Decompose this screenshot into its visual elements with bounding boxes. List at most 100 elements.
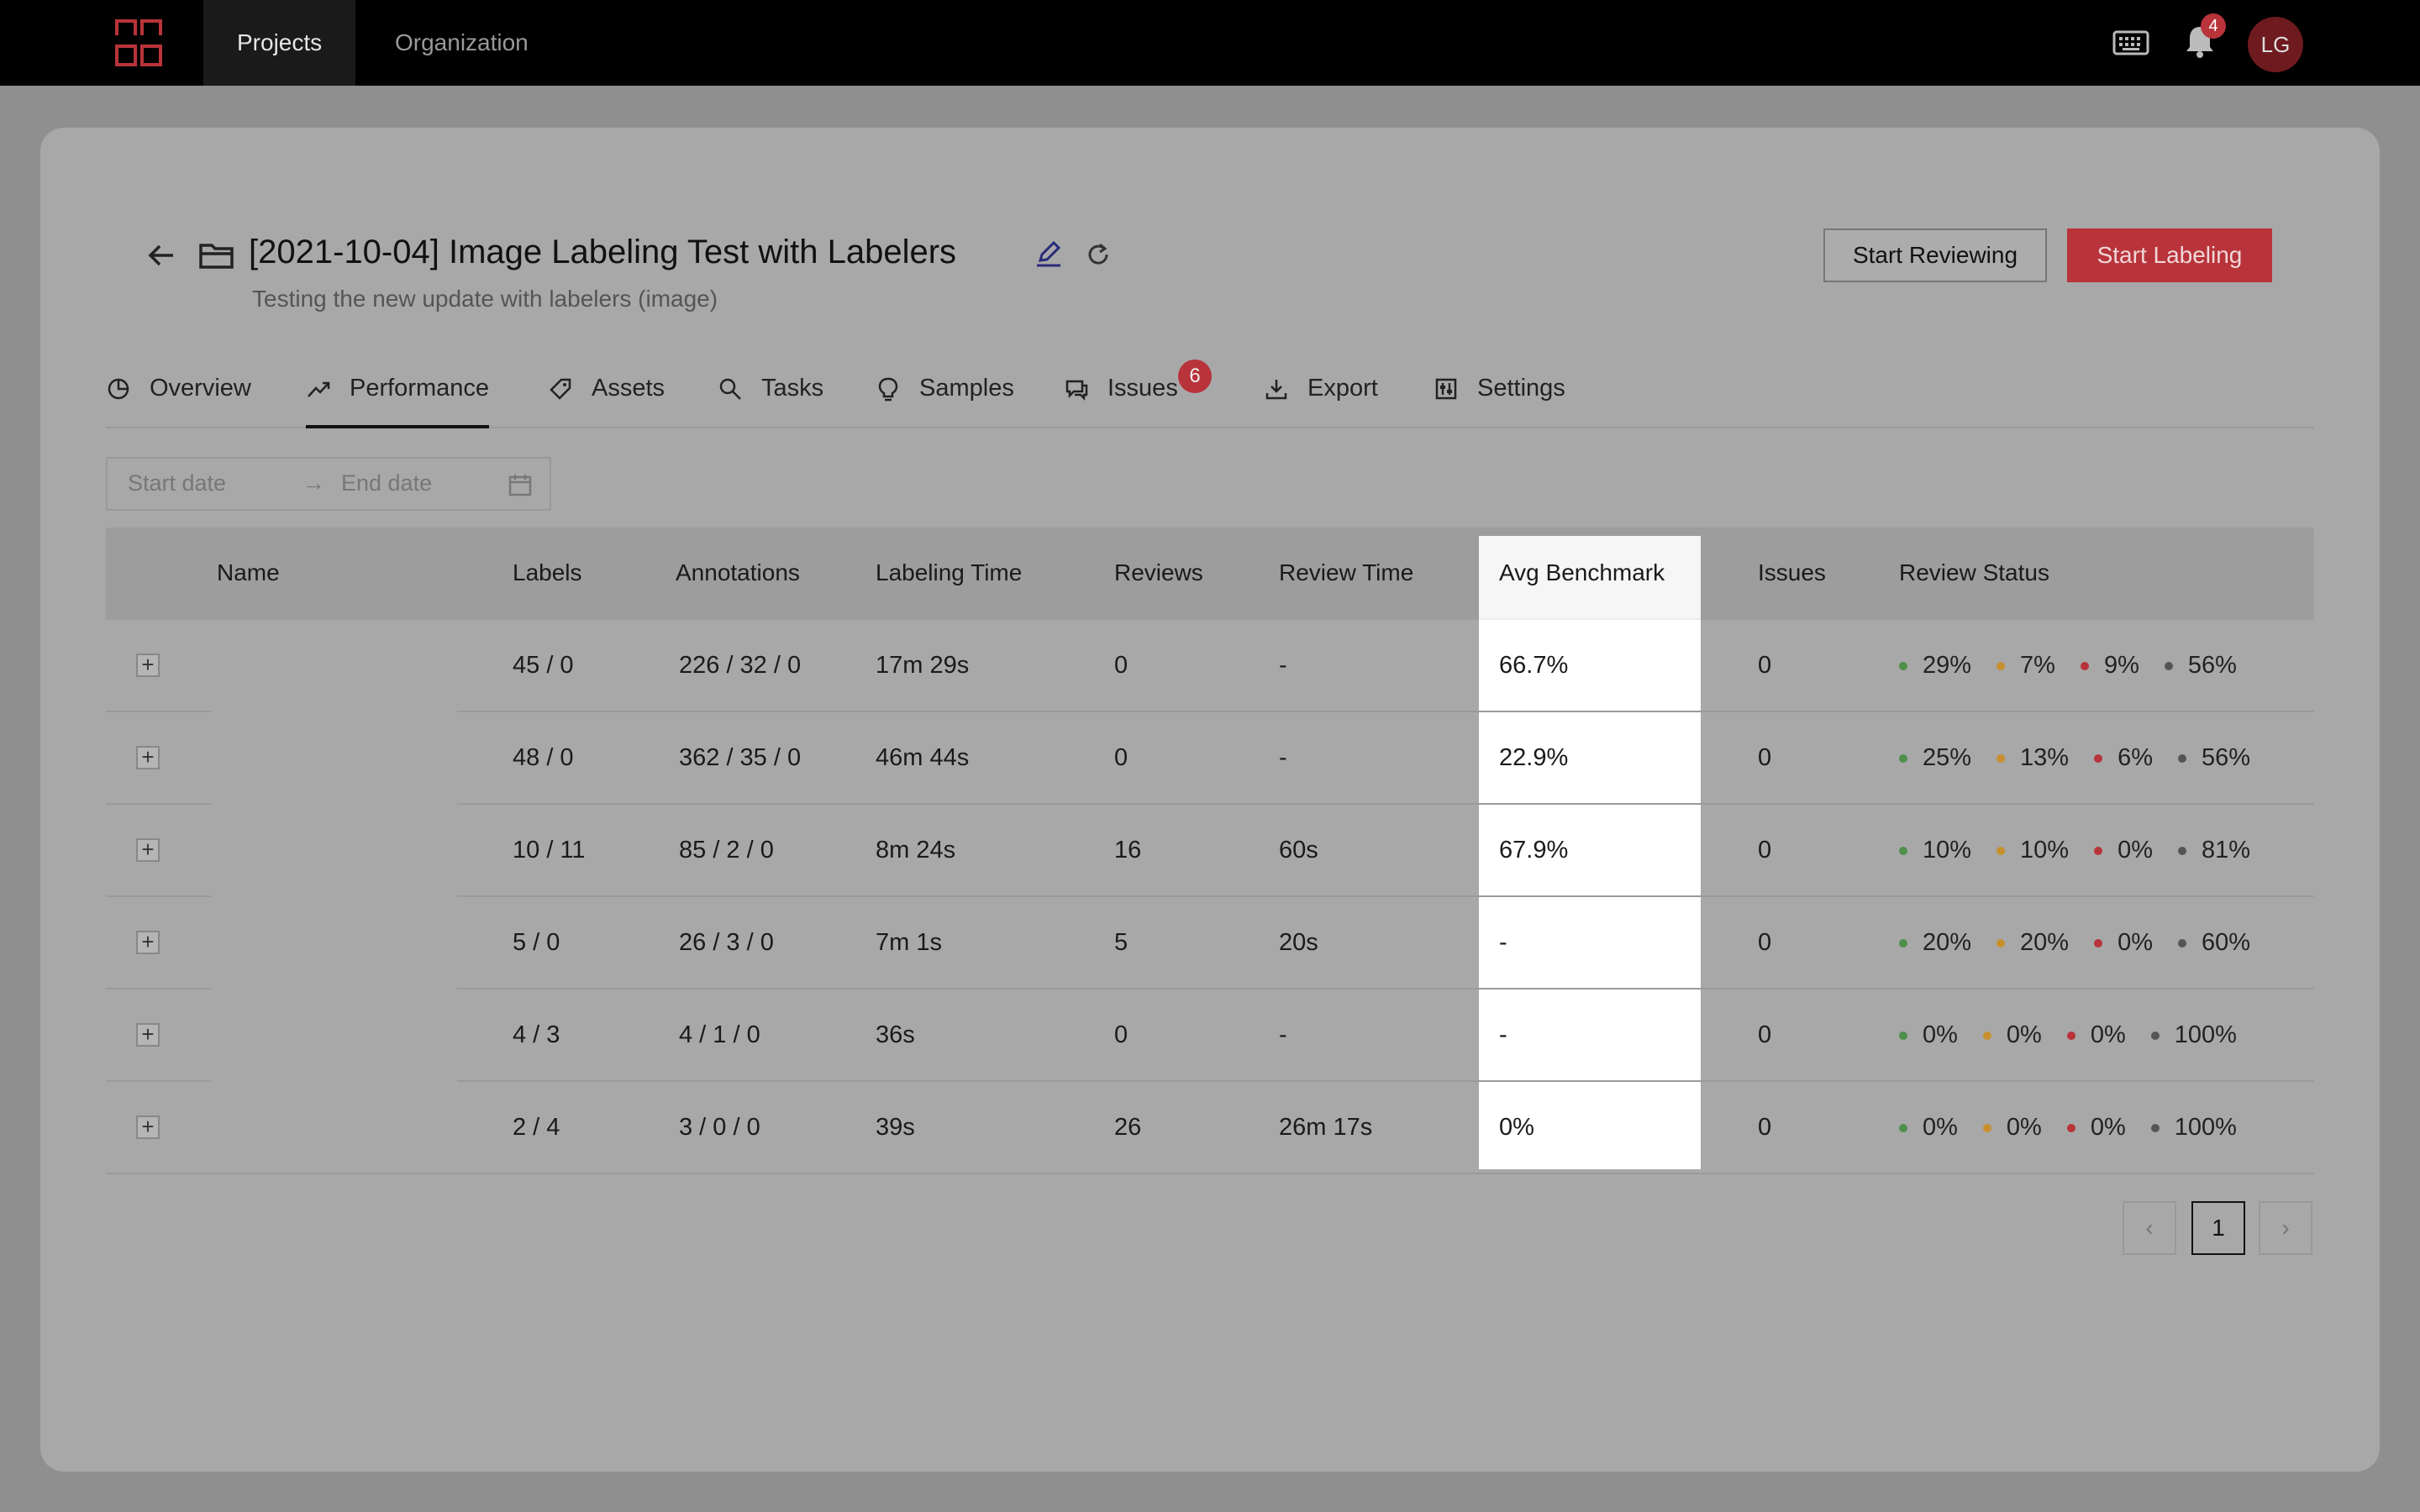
- notification-badge: 4: [2201, 13, 2226, 39]
- status-dot-icon: [1899, 753, 1907, 763]
- tab-performance[interactable]: Performance: [306, 370, 490, 428]
- status-dot-icon: [2066, 1123, 2075, 1132]
- status-percent: 25%: [1923, 744, 1972, 771]
- status-percent: 20%: [1923, 929, 1972, 956]
- cell-annotations: 362 / 35 / 0: [679, 744, 802, 771]
- tab-label: Samples: [919, 375, 1014, 402]
- review-status-summary: 0% 0% 0% 100%: [1899, 1114, 2262, 1142]
- status-dot-icon: [2164, 661, 2173, 670]
- start-date-input[interactable]: Start date: [128, 470, 226, 496]
- col-labels[interactable]: Labels: [513, 559, 582, 586]
- cell-issues: 0: [1758, 929, 1772, 956]
- status-dot-icon: [1899, 938, 1907, 948]
- col-issues[interactable]: Issues: [1758, 559, 1826, 586]
- cell-reviews: 5: [1114, 929, 1128, 956]
- review-status-summary: 20% 20% 0% 60%: [1899, 929, 2275, 957]
- col-labeling-time[interactable]: Labeling Time: [876, 559, 1022, 586]
- status-percent: 0%: [2118, 929, 2154, 956]
- cell-annotations: 26 / 3 / 0: [679, 929, 774, 956]
- tab-issues[interactable]: Issues: [1064, 370, 1178, 428]
- edit-pencil-icon[interactable]: [1034, 239, 1064, 269]
- col-annotations[interactable]: Annotations: [676, 559, 800, 586]
- start-labeling-button[interactable]: Start Labeling: [2067, 228, 2272, 282]
- chat-icon: [1065, 380, 1088, 402]
- status-percent: 10%: [1923, 837, 1972, 864]
- tab-settings[interactable]: Settings: [1434, 370, 1565, 428]
- table-row[interactable]: +5 / 0 26 / 3 / 0 7m 1s 5 20s - 0 20% 20% 0% 60%: [106, 897, 2314, 990]
- avg-benchmark-header-cell[interactable]: Avg Benchmark: [1479, 536, 1701, 620]
- tab-label: Export: [1307, 375, 1378, 402]
- cell-labeling-time: 46m 44s: [876, 744, 970, 771]
- cell-reviews: 0: [1114, 1021, 1128, 1048]
- prev-page-button[interactable]: ‹: [2123, 1201, 2176, 1255]
- app-logo-icon[interactable]: [114, 18, 163, 67]
- status-dot-icon: [1982, 1031, 1991, 1040]
- status-dot-icon: [1899, 1123, 1907, 1132]
- status-dot-icon: [1899, 661, 1907, 670]
- col-reviews[interactable]: Reviews: [1114, 559, 1203, 586]
- col-review-time[interactable]: Review Time: [1279, 559, 1413, 586]
- end-date-input[interactable]: End date: [341, 470, 432, 496]
- status-percent: 0%: [1923, 1114, 1958, 1141]
- download-icon: [1265, 380, 1287, 400]
- status-percent: 9%: [2103, 652, 2139, 679]
- next-page-button[interactable]: ›: [2259, 1201, 2312, 1255]
- cell-labeling-time: 17m 29s: [876, 652, 970, 679]
- cell-issues: 0: [1758, 744, 1772, 771]
- cell-labels: 48 / 0: [513, 744, 574, 771]
- tab-overview[interactable]: Overview: [106, 370, 251, 428]
- cell-reviews: 26: [1114, 1114, 1142, 1141]
- cell-reviews: 0: [1114, 744, 1128, 771]
- bulb-icon: [878, 377, 898, 402]
- table-row[interactable]: +10 / 11 85 / 2 / 0 8m 24s 16 60s 67.9% 0 10% 10…: [106, 805, 2314, 897]
- tab-assets[interactable]: Assets: [548, 370, 665, 428]
- tab-export[interactable]: Export: [1264, 370, 1378, 428]
- expand-row-button[interactable]: +: [136, 931, 160, 954]
- expand-row-button[interactable]: +: [136, 1023, 160, 1047]
- nav-projects[interactable]: Projects: [203, 0, 356, 86]
- status-percent: 13%: [2020, 744, 2070, 771]
- top-navbar: Projects Organization 4 LG: [0, 0, 2420, 86]
- start-reviewing-button[interactable]: Start Reviewing: [1823, 228, 2047, 282]
- range-arrow-icon: →: [302, 470, 325, 496]
- expand-row-button[interactable]: +: [136, 838, 160, 862]
- status-percent: 100%: [2174, 1021, 2237, 1048]
- status-dot-icon: [1899, 1031, 1907, 1040]
- status-percent: 0%: [2118, 837, 2154, 864]
- tag-icon: [550, 378, 571, 400]
- cell-avg-benchmark: 66.7%: [1499, 652, 1569, 679]
- status-dot-icon: [2094, 846, 2103, 855]
- tab-label: Performance: [350, 375, 490, 402]
- cell-annotations: 85 / 2 / 0: [679, 837, 774, 864]
- keyboard-icon[interactable]: [2112, 29, 2149, 57]
- review-status-summary: 25% 13% 6% 56%: [1899, 744, 2275, 772]
- tab-tasks[interactable]: Tasks: [718, 370, 823, 428]
- cell-review-time: 26m 17s: [1279, 1114, 1373, 1141]
- cell-review-time: -: [1279, 652, 1287, 679]
- table-row[interactable]: +2 / 4 3 / 0 / 0 39s 26 26m 17s 0% 0 0% 0% 0% 100%: [106, 1082, 2314, 1174]
- calendar-icon[interactable]: [508, 472, 533, 497]
- cell-labels: 45 / 0: [513, 652, 574, 679]
- row-divider: [106, 1173, 2314, 1174]
- table-row[interactable]: +45 / 0 226 / 32 / 0 17m 29s 0 - 66.7% 0 29% 7% 9…: [106, 620, 2314, 712]
- avatar[interactable]: LG: [2248, 17, 2303, 72]
- col-review-status[interactable]: Review Status: [1899, 559, 2049, 586]
- expand-row-button[interactable]: +: [136, 654, 160, 677]
- expand-row-button[interactable]: +: [136, 1116, 160, 1139]
- table-row[interactable]: +48 / 0 362 / 35 / 0 46m 44s 0 - 22.9% 0 25% 13%…: [106, 712, 2314, 805]
- status-dot-icon: [1899, 846, 1907, 855]
- tab-samples[interactable]: Samples: [876, 370, 1014, 428]
- date-range-picker[interactable]: Start date → End date: [106, 457, 551, 511]
- refresh-icon[interactable]: [1084, 240, 1113, 269]
- expand-row-button[interactable]: +: [136, 746, 160, 769]
- cell-labeling-time: 39s: [876, 1114, 915, 1141]
- review-status-summary: 0% 0% 0% 100%: [1899, 1021, 2262, 1049]
- page-1-button[interactable]: 1: [2191, 1201, 2245, 1255]
- page-title: [2021-10-04] Image Labeling Test with La…: [249, 234, 957, 270]
- col-name[interactable]: Name: [217, 559, 280, 586]
- nav-organization[interactable]: Organization: [361, 0, 562, 86]
- status-dot-icon: [2150, 1123, 2160, 1132]
- status-percent: 0%: [1923, 1021, 1958, 1048]
- table-row[interactable]: +4 / 3 4 / 1 / 0 36s 0 - - 0 0% 0% 0% 100%: [106, 990, 2314, 1082]
- back-arrow-icon[interactable]: [145, 239, 178, 272]
